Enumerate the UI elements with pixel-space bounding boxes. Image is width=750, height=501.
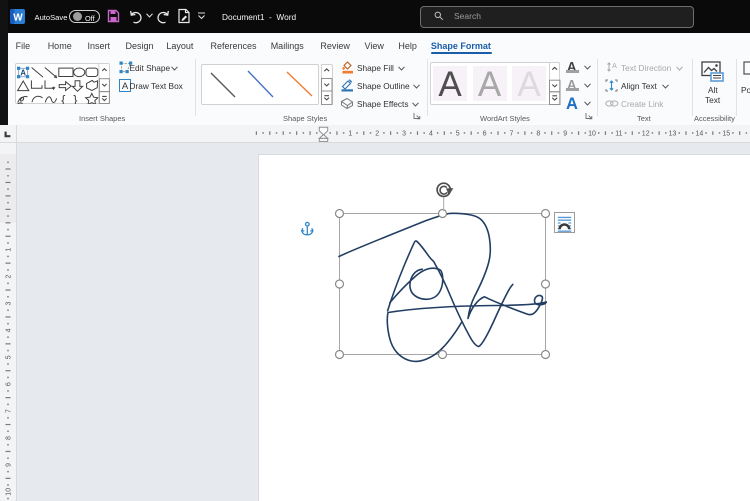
svg-text:2: 2 <box>5 274 12 278</box>
svg-text:2: 2 <box>375 130 379 137</box>
svg-text:8: 8 <box>536 130 540 137</box>
svg-text:1: 1 <box>5 247 12 251</box>
svg-text:5: 5 <box>5 355 12 359</box>
svg-text:9: 9 <box>5 462 12 466</box>
svg-text:5: 5 <box>456 130 460 137</box>
svg-text:A: A <box>612 63 617 70</box>
svg-text:10: 10 <box>5 487 12 495</box>
svg-text:6: 6 <box>5 382 12 386</box>
svg-text:3: 3 <box>5 301 12 305</box>
svg-text:4: 4 <box>429 130 433 137</box>
svg-text:15: 15 <box>722 130 730 137</box>
svg-text:6: 6 <box>483 130 487 137</box>
svg-text:9: 9 <box>563 130 567 137</box>
svg-text:7: 7 <box>509 130 513 137</box>
svg-text:11: 11 <box>615 130 622 137</box>
svg-text:7: 7 <box>5 409 12 413</box>
svg-text:13: 13 <box>669 130 677 137</box>
svg-text:4: 4 <box>5 328 12 332</box>
svg-text:1: 1 <box>348 130 352 137</box>
svg-text:8: 8 <box>5 435 12 439</box>
svg-text:14: 14 <box>696 130 704 137</box>
svg-text:12: 12 <box>642 130 650 137</box>
svg-text:3: 3 <box>402 130 406 137</box>
svg-text:10: 10 <box>588 130 596 137</box>
